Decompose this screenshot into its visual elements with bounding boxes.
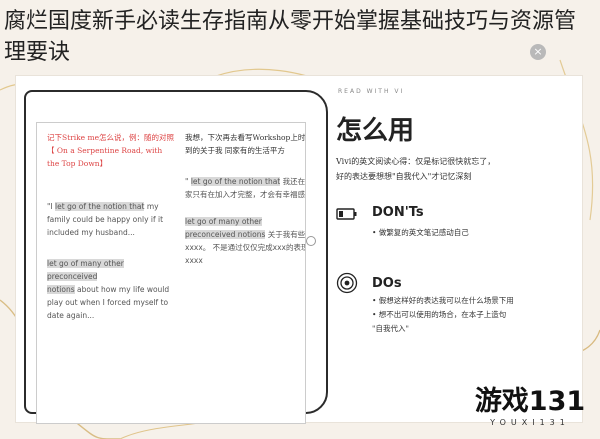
battery-icon bbox=[336, 208, 357, 220]
right-note: 我想，下次再去看写Workshop上时用到的关于我 同家有的生活平方 bbox=[185, 133, 306, 155]
logo-subtext: YOUXI131 bbox=[490, 418, 570, 427]
intro-text: Vivi的英文阅读心得：仅是标记很快就忘了， 好的表达要想想"自我代入"才记忆深… bbox=[336, 157, 496, 181]
close-icon[interactable]: × bbox=[530, 44, 546, 60]
left-note: 记下Strike me怎么说，例：随的对照【 On a Serpentine R… bbox=[47, 133, 175, 168]
highlight: let go of many other preconceived bbox=[47, 259, 124, 281]
dos-item-2: • 想不出可以使用的场合，在本子上造句 bbox=[372, 310, 507, 319]
donts-title: DON'Ts bbox=[372, 205, 424, 220]
left-column: 记下Strike me怎么说，例：随的对照【 On a Serpentine R… bbox=[47, 131, 175, 322]
tablet-illustration: 记下Strike me怎么说，例：随的对照【 On a Serpentine R… bbox=[24, 90, 328, 424]
tablet-screen: 记下Strike me怎么说，例：随的对照【 On a Serpentine R… bbox=[36, 122, 306, 424]
highlight: let go of many other preconceived notion… bbox=[185, 217, 266, 239]
right-paragraph-2: let go of many other preconceived notion… bbox=[185, 217, 306, 265]
dos-item-3: "自我代入" bbox=[372, 324, 409, 333]
highlight: let go of the notion that bbox=[55, 202, 145, 211]
right-paragraph-1: " let go of the notion that 我还在想家只有在加入才完… bbox=[185, 177, 306, 199]
site-logo: 游戏131 YOUXI131 bbox=[468, 386, 592, 438]
highlight: let go of the notion that bbox=[190, 177, 281, 186]
donts-item: • 做繁复的英文笔记感动自己 bbox=[372, 228, 469, 237]
tablet-home-button bbox=[306, 236, 316, 246]
dos-item-1: • 假想这样好的表达我可以在什么场景下用 bbox=[372, 296, 514, 305]
page-title: 腐烂国度新手必读生存指南从零开始掌握基础技巧与资源管理要诀 bbox=[4, 9, 577, 65]
read-with-label: READ WITH VI bbox=[338, 88, 405, 95]
right-column: 我想，下次再去看写Workshop上时用到的关于我 同家有的生活平方 " let… bbox=[185, 131, 306, 267]
highlight: notions bbox=[47, 285, 75, 294]
left-paragraph-2: let go of many other preconceived notions… bbox=[47, 259, 170, 320]
dos-title: DOs bbox=[372, 276, 402, 291]
target-icon bbox=[336, 272, 358, 294]
logo-text: 游戏131 bbox=[474, 386, 586, 417]
how-to-heading: 怎么用 bbox=[336, 116, 415, 146]
left-paragraph-1: "I let go of the notion that my family c… bbox=[47, 202, 164, 237]
